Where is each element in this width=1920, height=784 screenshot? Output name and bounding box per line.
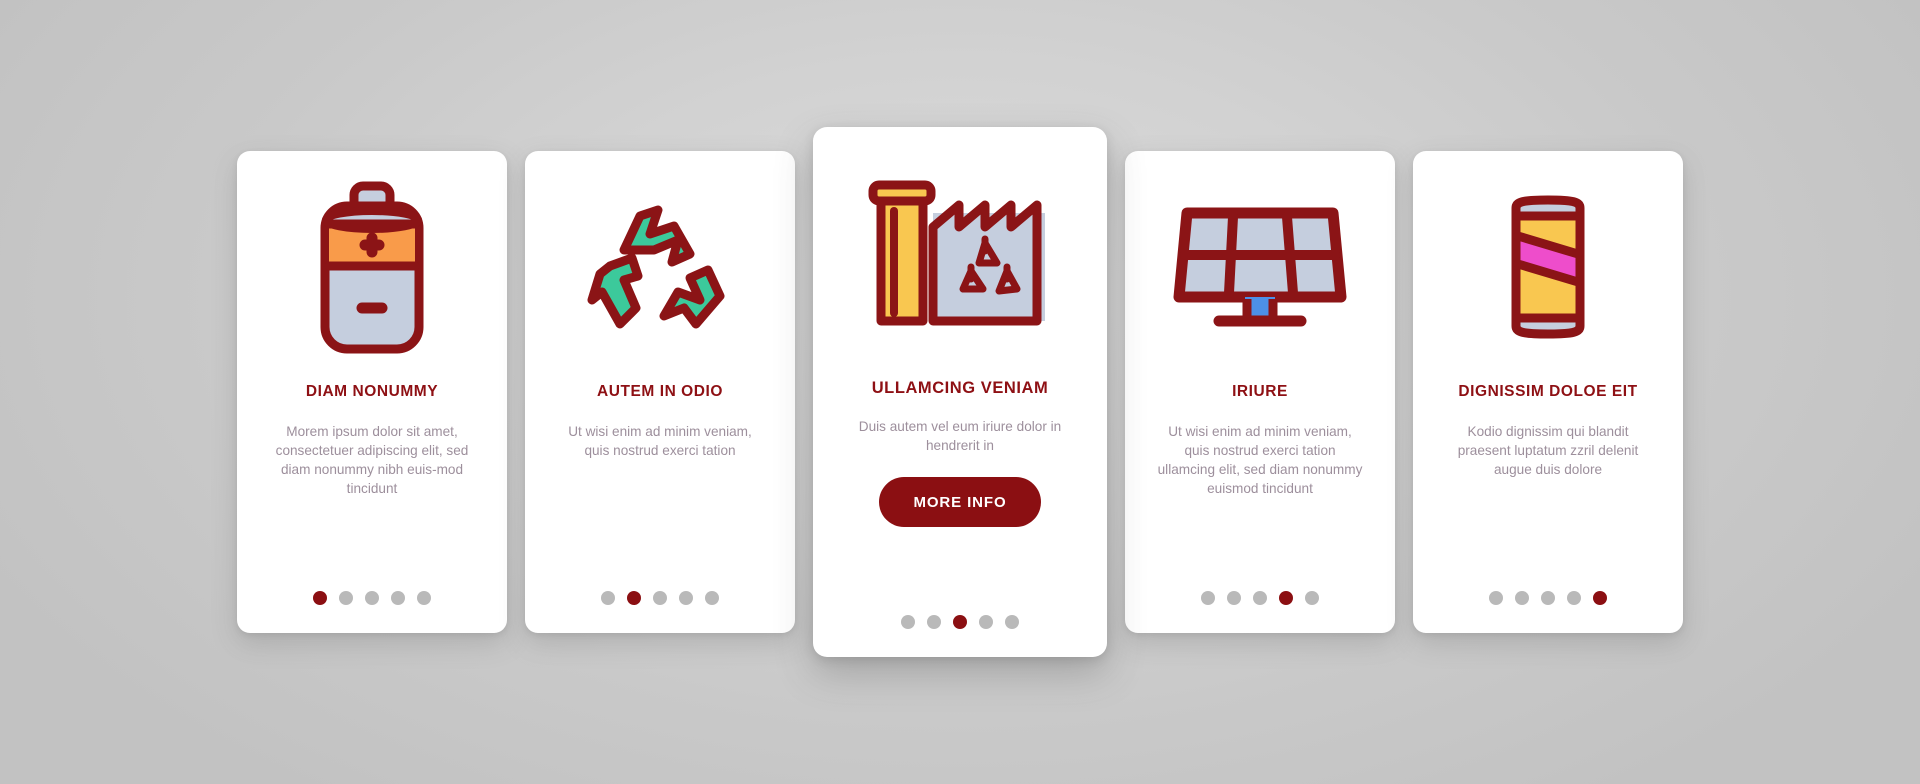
card-solar[interactable]: IRIURE Ut wisi enim ad minim veniam, quis… [1125,151,1395,633]
pagination-dot-3[interactable] [1253,591,1267,605]
pagination-dots [1125,591,1395,605]
card-body-text: Kodio dignissim qui blandit praesent lup… [1457,423,1639,478]
card-title: DIGNISSIM DOLOE EIT [1458,383,1638,400]
card-title: AUTEM IN ODIO [597,383,723,400]
pagination-dot-4[interactable] [979,615,993,629]
card-title: IRIURE [1232,383,1288,400]
card-can[interactable]: DIGNISSIM DOLOE EIT Kodio dignissim qui b… [1413,151,1683,633]
card-body-text: Morem ipsum dolor sit amet, consectetuer… [275,423,469,497]
pagination-dot-2-active[interactable] [627,591,641,605]
pagination-dot-2[interactable] [927,615,941,629]
battery-icon [320,181,424,353]
pagination-dot-5[interactable] [1005,615,1019,629]
card-body-text: Ut wisi enim ad minim veniam, quis nostr… [1157,423,1363,497]
pagination-dot-2[interactable] [1515,591,1529,605]
pagination-dot-4-active[interactable] [1279,591,1293,605]
pagination-dot-5[interactable] [1305,591,1319,605]
factory-recycling-icon-wrap [827,127,1093,379]
card-battery[interactable]: DIAM NONUMMY Morem ipsum dolor sit amet, … [237,151,507,633]
onboarding-card-row: DIAM NONUMMY Morem ipsum dolor sit amet, … [0,0,1920,784]
solar-panel-icon-wrap [1139,151,1381,383]
pagination-dots [237,591,507,605]
battery-icon-wrap [251,151,493,383]
card-factory[interactable]: ULLAMCING VENIAM Duis autem vel eum iriur… [813,127,1107,657]
pagination-dots [813,615,1107,629]
card-recycle[interactable]: AUTEM IN ODIO Ut wisi enim ad minim venia… [525,151,795,633]
card-title: DIAM NONUMMY [305,383,439,400]
solar-panel-icon [1173,207,1347,327]
pagination-dots [525,591,795,605]
pagination-dot-4[interactable] [1567,591,1581,605]
aluminum-can-icon [1511,195,1585,339]
card-body-text: Duis autem vel eum iriure dolor in hendr… [858,418,1062,454]
aluminum-can-icon-wrap [1427,151,1669,383]
card-body-text: Ut wisi enim ad minim veniam, quis nostr… [568,423,752,458]
pagination-dot-4[interactable] [679,591,693,605]
recycle-icon [587,205,725,329]
pagination-dot-2[interactable] [1227,591,1241,605]
pagination-dot-1[interactable] [1201,591,1215,605]
pagination-dot-3[interactable] [1541,591,1555,605]
pagination-dot-1[interactable] [901,615,915,629]
pagination-dot-2[interactable] [339,591,353,605]
pagination-dot-1[interactable] [601,591,615,605]
pagination-dot-1-active[interactable] [313,591,327,605]
pagination-dot-3[interactable] [365,591,379,605]
pagination-dots [1413,591,1683,605]
pagination-dot-5[interactable] [705,591,719,605]
recycle-icon-wrap [539,151,781,383]
factory-recycling-icon [868,180,1045,326]
pagination-dot-1[interactable] [1489,591,1503,605]
more-info-button[interactable]: MORE INFO [879,477,1041,528]
pagination-dot-5[interactable] [417,591,431,605]
pagination-dot-4[interactable] [391,591,405,605]
pagination-dot-5-active[interactable] [1593,591,1607,605]
pagination-dot-3-active[interactable] [953,615,967,629]
card-title: ULLAMCING VENIAM [871,379,1049,397]
pagination-dot-3[interactable] [653,591,667,605]
